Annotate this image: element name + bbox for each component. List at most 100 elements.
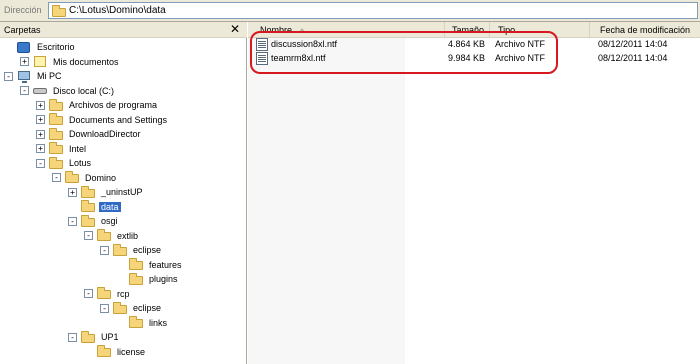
- tree-item-label: UP1: [101, 332, 119, 342]
- collapse-icon[interactable]: -: [68, 332, 77, 342]
- tree-item[interactable]: - osgi: [68, 214, 120, 228]
- folder-icon: [128, 316, 144, 329]
- tree-item-label: rcp: [117, 288, 130, 299]
- tree-item-label: Archivos de programa: [69, 100, 158, 110]
- address-label: Dirección: [4, 5, 42, 15]
- folder-icon: [128, 272, 144, 286]
- tree-item-label: osgi: [101, 216, 118, 226]
- tree-item-label: features: [149, 259, 182, 270]
- collapse-icon[interactable]: -: [52, 173, 61, 182]
- collapse-icon[interactable]: -: [100, 245, 109, 255]
- tree-item[interactable]: + _uninstUP: [68, 185, 145, 199]
- collapse-icon[interactable]: -: [84, 289, 93, 298]
- expand-icon[interactable]: +: [36, 100, 45, 110]
- address-input[interactable]: C:\Lotus\Domino\data: [48, 2, 698, 19]
- tree-item[interactable]: + Mis documentos: [20, 55, 121, 69]
- folder-icon: [64, 171, 80, 184]
- annotation-highlight-outline: [250, 31, 558, 74]
- column-header-date[interactable]: Fecha de modificación: [590, 22, 700, 38]
- documents-icon: [32, 55, 48, 68]
- folder-icon: [48, 142, 64, 155]
- tree-item-label: plugins: [149, 274, 178, 284]
- drive-icon: [32, 84, 48, 97]
- desktop-icon: [16, 41, 32, 54]
- folder-icon: [96, 229, 112, 242]
- tree-item-label: eclipse: [133, 303, 162, 313]
- tree-item[interactable]: - Disco local (C:): [20, 84, 116, 98]
- expand-icon[interactable]: +: [20, 57, 29, 66]
- folder-icon: [48, 98, 64, 112]
- expand-icon[interactable]: +: [68, 187, 77, 197]
- tree-item-label: DownloadDirector: [69, 129, 141, 139]
- folder-icon: [96, 345, 112, 358]
- collapse-icon[interactable]: -: [36, 158, 45, 168]
- expand-icon[interactable]: +: [36, 115, 45, 124]
- tree-item[interactable]: features: [116, 258, 184, 272]
- folder-icon: [80, 200, 96, 213]
- tree-item-label: links: [149, 317, 168, 328]
- tree-item[interactable]: license: [84, 345, 147, 359]
- tree-item[interactable]: + DownloadDirector: [36, 127, 143, 141]
- tree-item-label: Mis documentos: [53, 56, 119, 67]
- collapse-icon[interactable]: -: [20, 86, 29, 95]
- folders-pane-header: Carpetas ✕: [0, 22, 247, 38]
- tree-item[interactable]: - Domino: [52, 171, 118, 185]
- tree-item[interactable]: + Intel: [36, 142, 88, 156]
- collapse-icon[interactable]: -: [4, 71, 13, 81]
- collapse-icon[interactable]: -: [68, 216, 77, 226]
- tree-item[interactable]: - Mi PC: [4, 69, 64, 83]
- tree-item-label: Lotus: [69, 158, 92, 168]
- folder-icon: [80, 330, 96, 344]
- tree-item-label: Documents and Settings: [69, 114, 168, 125]
- folder-icon: [128, 258, 144, 271]
- tree-item-label: Mi PC: [37, 71, 62, 81]
- folder-icon: [96, 287, 112, 300]
- tree-item-label: extlib: [117, 230, 139, 241]
- folder-icon: [48, 113, 64, 126]
- tree-item[interactable]: - UP1: [68, 330, 121, 344]
- tree-item[interactable]: - eclipse: [100, 243, 163, 257]
- tree-item-label: Disco local (C:): [53, 85, 115, 96]
- tree-item-label: license: [117, 346, 146, 357]
- tree-item-label: Escritorio: [37, 42, 75, 52]
- expand-icon[interactable]: +: [36, 144, 45, 153]
- tree-item-label: _uninstUP: [101, 187, 143, 197]
- folder-icon: [52, 5, 66, 17]
- address-bar: Dirección C:\Lotus\Domino\data: [0, 0, 700, 22]
- folder-icon: [48, 127, 64, 141]
- computer-icon: [16, 70, 32, 83]
- tree-item[interactable]: + Documents and Settings: [36, 113, 169, 127]
- tree-item[interactable]: - extlib: [84, 229, 140, 243]
- folder-icon: [80, 214, 96, 228]
- folder-icon: [80, 185, 96, 199]
- tree-item-label: data: [99, 201, 121, 212]
- file-date: 08/12/2011 14:04: [598, 39, 668, 49]
- sorted-column-shading: [248, 38, 405, 364]
- tree-item-label: Domino: [85, 172, 117, 183]
- folder-icon: [48, 156, 64, 170]
- close-icon[interactable]: ✕: [230, 22, 240, 36]
- collapse-icon[interactable]: -: [84, 231, 93, 240]
- tree-item[interactable]: links: [116, 316, 169, 330]
- tree-item[interactable]: + Archivos de programa: [36, 98, 159, 112]
- tree-item[interactable]: - rcp: [84, 287, 132, 301]
- folder-icon: [112, 301, 128, 315]
- folders-pane-title: Carpetas: [4, 25, 41, 35]
- tree-item[interactable]: data: [68, 200, 121, 214]
- expand-icon[interactable]: +: [36, 129, 45, 139]
- collapse-icon[interactable]: -: [100, 303, 109, 313]
- tree-item-label: Intel: [69, 143, 87, 154]
- file-date: 08/12/2011 14:04: [598, 53, 668, 63]
- tree-item[interactable]: - Lotus: [36, 156, 93, 170]
- tree-item[interactable]: plugins: [116, 272, 180, 286]
- tree-item[interactable]: - eclipse: [100, 301, 163, 315]
- folder-icon: [112, 243, 128, 257]
- address-path: C:\Lotus\Domino\data: [69, 5, 166, 16]
- tree-item[interactable]: Escritorio: [4, 40, 77, 54]
